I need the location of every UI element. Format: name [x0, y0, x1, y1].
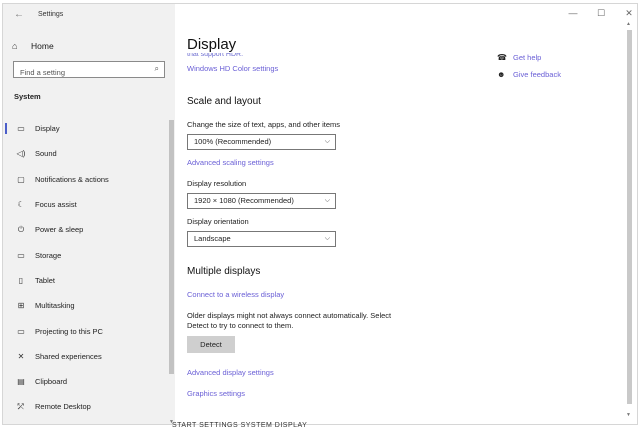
sidebar-item-remote-desktop[interactable]: ⤱ Remote Desktop [3, 394, 169, 419]
speaker-icon: ◁) [16, 149, 26, 159]
truncated-text: that support HDR. [187, 53, 244, 58]
detect-button[interactable]: Detect [187, 336, 235, 353]
sidebar: ← Settings ⌂ Home ⌕ System ▭ Display ◁) … [3, 4, 175, 424]
sidebar-item-multitasking[interactable]: ⊞ Multitasking [3, 293, 169, 318]
nav-list: ▭ Display ◁) Sound ▢ Notifications & act… [3, 116, 169, 420]
sidebar-item-label: Multitasking [35, 301, 75, 311]
display-icon: ▭ [17, 124, 25, 134]
multitasking-icon: ⊞ [17, 301, 25, 311]
chevron-down-icon: ⌵ [324, 197, 330, 204]
search-box[interactable]: ⌕ [13, 61, 165, 80]
sidebar-item-notifications[interactable]: ▢ Notifications & actions [3, 167, 169, 192]
background-text: START SETTINGS SYSTEM DISPLAY [172, 422, 308, 429]
advanced-scaling-link[interactable]: Advanced scaling settings [187, 158, 274, 167]
power-icon: ⏻ [17, 224, 25, 234]
multiple-displays-heading: Multiple displays [187, 266, 261, 277]
section-title: System [14, 92, 41, 101]
sidebar-item-label: Clipboard [35, 377, 68, 387]
search-input[interactable] [14, 65, 150, 80]
sidebar-item-focus-assist[interactable]: ☾ Focus assist [3, 192, 169, 217]
get-help-label: Get help [513, 53, 542, 62]
wireless-display-link[interactable]: Connect to a wireless display [187, 290, 284, 299]
detect-description: Older displays might not always connect … [187, 311, 392, 330]
page-title: Display [187, 36, 237, 53]
scale-layout-heading: Scale and layout [187, 96, 261, 107]
home-label: Home [31, 41, 54, 51]
orientation-value: Landscape [194, 234, 231, 243]
close-icon[interactable]: ✕ [622, 8, 636, 19]
sidebar-item-label: Notifications & actions [35, 174, 109, 184]
maximize-icon[interactable]: ☐ [594, 8, 608, 19]
sidebar-item-power-sleep[interactable]: ⏻ Power & sleep [3, 217, 169, 242]
storage-icon: ▭ [17, 250, 25, 260]
help-icon: ☎ [497, 53, 507, 62]
clipboard-icon: ▤ [17, 377, 25, 387]
main-scrollbar[interactable] [627, 30, 632, 404]
minimize-icon[interactable]: — [566, 8, 580, 18]
sidebar-item-label: Remote Desktop [35, 402, 91, 412]
moon-icon: ☾ [17, 200, 25, 210]
sidebar-item-label: Power & sleep [35, 225, 84, 235]
sidebar-item-projecting[interactable]: ▭ Projecting to this PC [3, 318, 169, 343]
sidebar-item-tablet[interactable]: ▯ Tablet [3, 268, 169, 293]
remote-desktop-icon: ⤱ [17, 401, 25, 411]
title-bar: ← Settings [3, 4, 175, 26]
scale-label: Change the size of text, apps, and other… [187, 120, 341, 129]
sidebar-item-label: Shared experiences [35, 351, 102, 361]
give-feedback-link[interactable]: ☻ Give feedback [497, 70, 561, 79]
chevron-down-icon: ⌵ [324, 235, 330, 242]
give-feedback-label: Give feedback [513, 70, 561, 79]
sidebar-item-label: Display [35, 124, 60, 134]
back-arrow-icon[interactable]: ← [12, 8, 26, 22]
resolution-value: 1920 × 1080 (Recommended) [194, 196, 294, 205]
app-title: Settings [38, 11, 64, 18]
hd-color-settings-link[interactable]: Windows HD Color settings [187, 64, 278, 73]
sidebar-item-sound[interactable]: ◁) Sound [3, 141, 169, 166]
settings-window: ← Settings ⌂ Home ⌕ System ▭ Display ◁) … [3, 4, 637, 424]
scroll-down-icon[interactable]: ▼ [626, 412, 631, 418]
resolution-label: Display resolution [187, 179, 247, 188]
sidebar-item-display[interactable]: ▭ Display [3, 116, 169, 141]
projector-icon: ▭ [17, 326, 25, 336]
scale-value: 100% (Recommended) [194, 137, 272, 146]
get-help-link[interactable]: ☎ Get help [497, 53, 541, 62]
orientation-dropdown[interactable]: Landscape ⌵ [187, 231, 336, 247]
sidebar-scrollbar[interactable] [169, 120, 174, 374]
advanced-display-link[interactable]: Advanced display settings [187, 368, 274, 377]
sidebar-item-storage[interactable]: ▭ Storage [3, 242, 169, 267]
notification-icon: ▢ [17, 174, 25, 184]
sidebar-item-label: Projecting to this PC [35, 326, 103, 336]
sidebar-item-label: Sound [35, 149, 57, 159]
tablet-icon: ▯ [18, 275, 24, 285]
home-link[interactable]: ⌂ Home [12, 39, 54, 53]
main-content: — ☐ ✕ Display that support HDR. Windows … [175, 4, 637, 424]
sidebar-item-label: Tablet [35, 275, 56, 285]
scroll-up-icon[interactable]: ▲ [626, 21, 631, 27]
sidebar-item-label: Focus assist [35, 200, 77, 210]
search-icon[interactable]: ⌕ [155, 64, 159, 74]
chevron-down-icon: ⌵ [324, 138, 330, 145]
scale-dropdown[interactable]: 100% (Recommended) ⌵ [187, 134, 336, 150]
sidebar-item-label: Storage [35, 250, 62, 260]
orientation-label: Display orientation [187, 217, 249, 226]
sidebar-item-clipboard[interactable]: ▤ Clipboard [3, 369, 169, 394]
feedback-icon: ☻ [497, 70, 506, 79]
sidebar-item-shared-experiences[interactable]: ✕ Shared experiences [3, 344, 169, 369]
resolution-dropdown[interactable]: 1920 × 1080 (Recommended) ⌵ [187, 193, 336, 209]
home-icon: ⌂ [12, 41, 18, 51]
shared-experiences-icon: ✕ [17, 351, 25, 361]
graphics-settings-link[interactable]: Graphics settings [187, 389, 245, 398]
